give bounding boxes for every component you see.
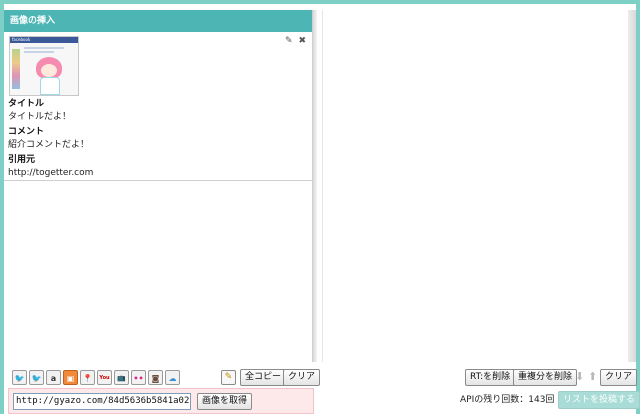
youtube-icon[interactable]: You — [97, 369, 112, 385]
left-panel-scrollbar[interactable] — [313, 10, 317, 362]
url-form: http://gyazo.com/84d5636b5841a022b 画像を取得 — [8, 388, 314, 414]
list-panel — [322, 10, 627, 362]
card-actions: ✎ ✖ — [282, 36, 306, 46]
twitter-search-icon[interactable]: 🐦 — [29, 369, 44, 385]
image-icon[interactable]: ▣ — [63, 369, 78, 385]
image-url-input[interactable]: http://gyazo.com/84d5636b5841a022b — [13, 393, 191, 410]
pencil-icon[interactable]: ✎ — [285, 36, 293, 46]
arrow-down-icon[interactable]: ⬇ — [575, 371, 584, 383]
clear-list-button[interactable]: クリア — [600, 369, 638, 386]
clear-button[interactable]: クリア — [283, 369, 321, 386]
tv-icon[interactable]: 📺 — [114, 369, 129, 385]
title-label: タイトル — [8, 99, 45, 109]
app-frame: 画像の挿入 facebook ✎ ✖ タイトル タイトルだよ！ コメント 紹介コ… — [4, 4, 640, 414]
title-value: タイトルだよ！ — [8, 112, 72, 122]
gyazo-icon[interactable]: ☁ — [165, 369, 180, 385]
close-icon[interactable]: ✖ — [298, 36, 306, 46]
twitter-icon[interactable]: 🐦 — [12, 369, 27, 385]
image-thumbnail[interactable]: facebook — [9, 36, 79, 96]
amazon-icon[interactable]: a — [46, 369, 61, 385]
comment-value: 紹介コメントだよ！ — [8, 140, 90, 150]
flickr-icon[interactable]: •• — [131, 369, 146, 385]
map-pin-icon[interactable]: 📍 — [80, 369, 95, 385]
post-list-button[interactable]: リストを投稿する — [558, 391, 640, 409]
comment-label: コメント — [8, 127, 45, 137]
right-panel-scrollbar[interactable] — [628, 10, 636, 362]
thumbnail-header: facebook — [10, 37, 78, 43]
image-insert-panel: 画像の挿入 facebook ✎ ✖ タイトル タイトルだよ！ コメント 紹介コ… — [4, 10, 313, 362]
panel-title: 画像の挿入 — [4, 10, 312, 32]
service-toolbar: 🐦 🐦 a ▣ 📍 You 📺 •• ◙ ☁ — [12, 368, 182, 386]
api-remaining-count: APIの残り回数：143回 — [460, 395, 555, 405]
instagram-icon[interactable]: ◙ — [148, 369, 163, 385]
memo-pencil-icon[interactable]: ✎ — [221, 370, 236, 385]
delete-rt-button[interactable]: RT:を削除 — [465, 369, 516, 386]
image-item-card[interactable]: facebook ✎ ✖ タイトル タイトルだよ！ コメント 紹介コメントだよ！… — [4, 32, 312, 181]
delete-duplicates-button[interactable]: 重複分を削除 — [513, 369, 578, 386]
source-value: http://togetter.com — [8, 168, 94, 178]
fetch-image-button[interactable]: 画像を取得 — [197, 393, 253, 410]
source-label: 引用元 — [8, 155, 36, 165]
copy-all-button[interactable]: 全コピー — [240, 369, 287, 386]
arrow-up-icon[interactable]: ⬆ — [588, 371, 597, 383]
